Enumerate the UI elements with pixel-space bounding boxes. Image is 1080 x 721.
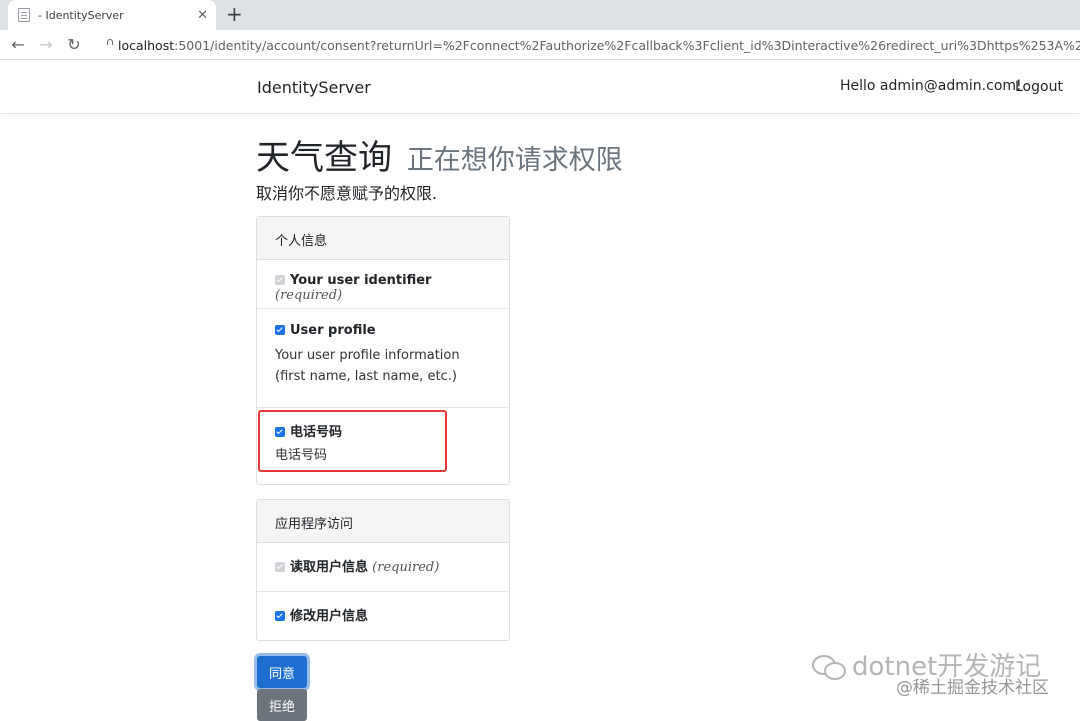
watermark-subtext: @稀土掘金技术社区	[896, 678, 1049, 698]
scope-item: User profile Your user profile informati…	[257, 309, 509, 408]
site-navbar: IdentityServer Hello admin@admin.com! Lo…	[0, 61, 1080, 114]
scope-label: Your user identifier	[290, 273, 432, 288]
tab-title: - IdentityServer	[38, 8, 124, 22]
scope-item: Your user identifier (required)	[257, 260, 509, 309]
scope-item: 读取用户信息 (required)	[257, 543, 509, 592]
card-header: 应用程序访问	[257, 500, 509, 543]
back-arrow-icon[interactable]: ←	[4, 35, 32, 54]
required-tag: (required)	[275, 288, 343, 303]
scope-checkbox[interactable]	[275, 325, 285, 335]
scope-checkbox[interactable]	[275, 562, 285, 572]
lead-text: 取消你不愿意赋予的权限.	[256, 184, 438, 203]
url-path: :5001/identity/account/consent?returnUrl…	[174, 38, 1080, 53]
page-icon	[18, 8, 30, 22]
scope-checkbox[interactable]	[275, 275, 285, 285]
wechat-icon	[812, 653, 846, 680]
reload-icon[interactable]: ↻	[60, 35, 88, 54]
url-host: localhost	[118, 38, 175, 53]
new-tab-icon[interactable]: +	[226, 4, 243, 24]
card-header: 个人信息	[257, 217, 509, 260]
scope-checkbox[interactable]	[275, 611, 285, 621]
scope-label: 读取用户信息	[290, 560, 369, 575]
forward-arrow-icon[interactable]: →	[32, 35, 60, 54]
user-greeting: Hello admin@admin.com!	[840, 78, 1022, 94]
scope-item: 修改用户信息	[257, 592, 509, 640]
allow-button[interactable]: 同意	[257, 656, 307, 688]
address-bar: ← → ↻ localhost:5001/identity/account/co…	[0, 30, 1080, 60]
page-title: 天气查询 正在想你请求权限	[256, 130, 623, 179]
app-access-card: 应用程序访问 读取用户信息 (required) 修改用户信息	[256, 499, 510, 641]
brand-link[interactable]: IdentityServer	[257, 78, 371, 97]
annotation-highlight-box	[258, 410, 447, 472]
scope-description: Your user profile information (first nam…	[275, 348, 460, 384]
deny-button[interactable]: 拒绝	[257, 689, 307, 721]
browser-tab[interactable]: - IdentityServer ✕	[8, 0, 216, 30]
logout-link[interactable]: Logout	[1015, 79, 1063, 95]
required-tag: (required)	[372, 560, 440, 575]
url-field[interactable]: localhost:5001/identity/account/consent?…	[100, 35, 1080, 56]
request-text: 正在想你请求权限	[406, 145, 623, 176]
client-name: 天气查询	[256, 138, 392, 178]
scope-label: 修改用户信息	[290, 609, 369, 624]
browser-tab-strip: - IdentityServer ✕ +	[0, 0, 1080, 30]
scope-label: User profile	[290, 323, 376, 338]
close-icon[interactable]: ✕	[197, 8, 208, 23]
